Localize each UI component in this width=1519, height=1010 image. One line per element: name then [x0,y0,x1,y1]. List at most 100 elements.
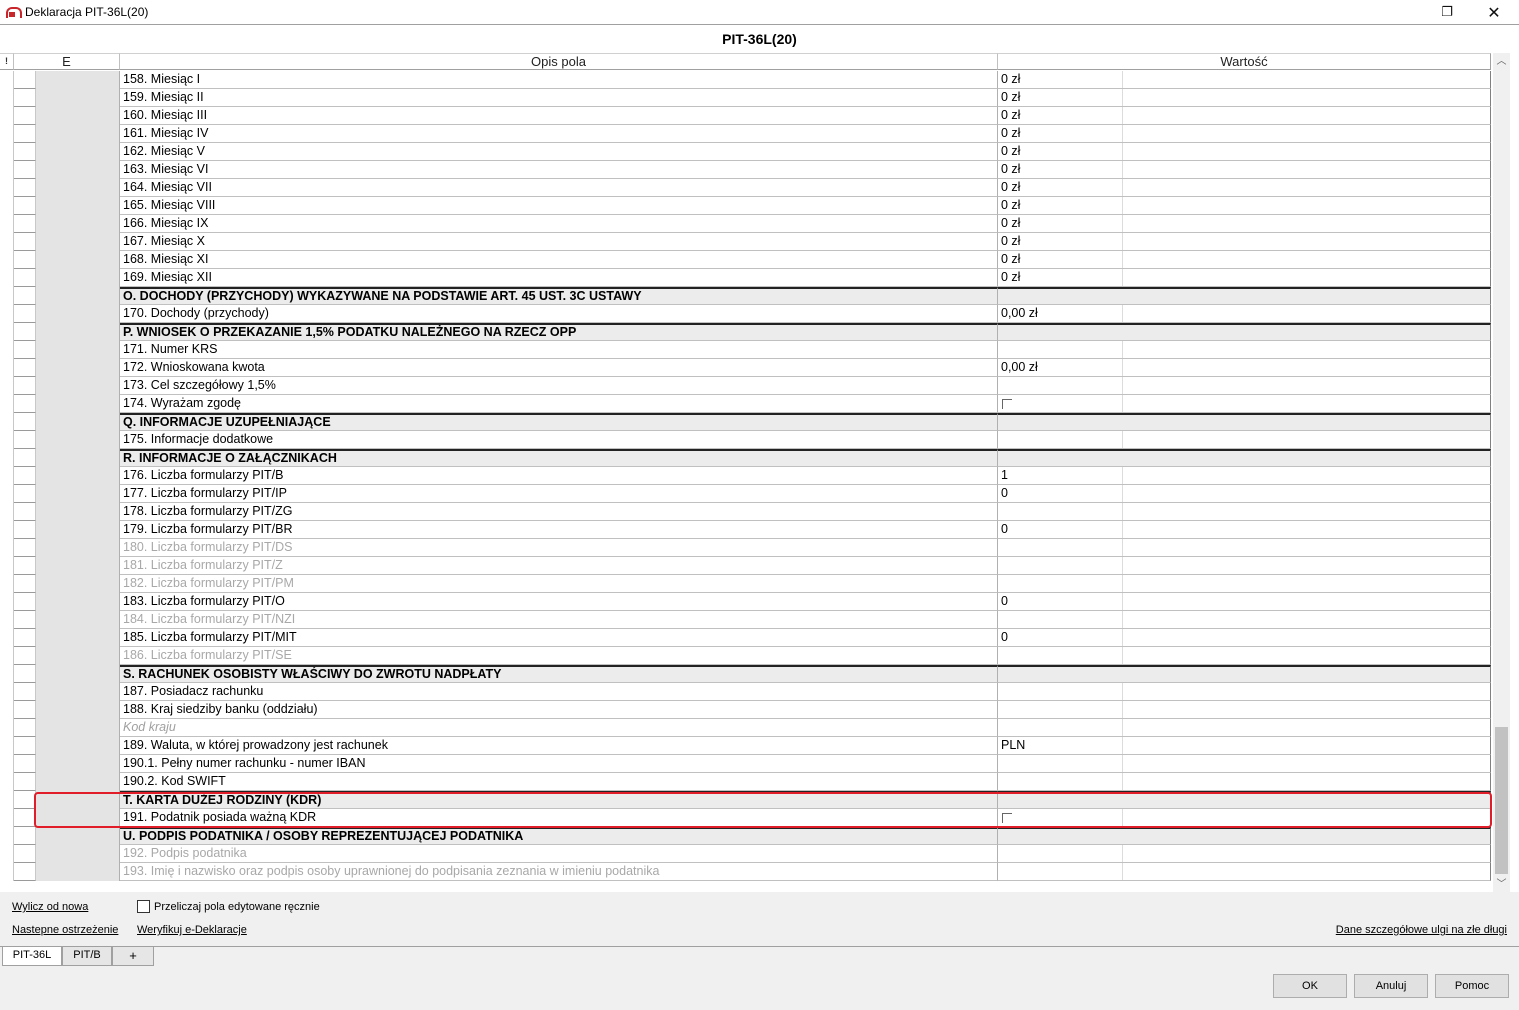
field-value[interactable]: 0 [998,629,1491,647]
marker-column-header[interactable]: ! [0,53,14,70]
field-value[interactable] [998,683,1491,701]
field-checkbox[interactable] [1002,813,1012,823]
column-header-wartosc[interactable]: Wartość [998,53,1491,70]
field-value [998,863,1491,881]
row-e-cell [36,71,120,89]
form-tabs: PIT-36L PIT/B + [0,946,1519,966]
row-e-cell [36,755,120,773]
row-e-cell [36,251,120,269]
title-bar: Deklaracja PIT-36L(20) ❐ ✕ [0,0,1519,24]
grid-title: PIT-36L(20) [722,31,797,47]
row-e-cell [36,827,120,845]
field-value[interactable] [998,503,1491,521]
ok-button[interactable]: OK [1273,974,1347,998]
field-value[interactable]: 0 zł [998,125,1491,143]
field-value[interactable] [998,431,1491,449]
recalculate-link[interactable]: Wylicz od nowa [12,901,88,913]
row-e-cell [36,143,120,161]
column-header-e[interactable]: E [14,53,120,70]
row-marker-cell [0,341,14,359]
scroll-down-icon[interactable]: ﹀ [1493,876,1510,893]
field-value[interactable]: 0,00 zł [998,305,1491,323]
table-row: 184. Liczba formularzy PIT/NZI [0,611,1491,629]
row-e-cell [36,467,120,485]
row-indent-cell [14,143,36,161]
bad-debt-details-link[interactable]: Dane szczegółowe ulgi na złe długi [1336,924,1507,936]
field-value[interactable]: 0 zł [998,143,1491,161]
row-indent-cell [14,827,36,845]
help-button[interactable]: Pomoc [1435,974,1509,998]
row-e-cell [36,431,120,449]
row-indent-cell [14,791,36,809]
row-indent-cell [14,395,36,413]
field-label: 182. Liczba formularzy PIT/PM [120,575,998,593]
field-value[interactable] [998,809,1491,827]
verify-edeclaration-link[interactable]: Weryfikuj e-Deklaracje [137,924,247,936]
section-row: U. PODPIS PODATNIKA / OSOBY REPREZENTUJĄ… [0,827,1491,845]
row-e-cell [36,773,120,791]
next-warning-link[interactable]: Nastepne ostrzeżenie [12,924,118,936]
scroll-up-icon[interactable]: ︿ [1493,53,1510,70]
field-label: 158. Miesiąc I [120,71,998,89]
section-row: R. INFORMACJE O ZAŁĄCZNIKACH [0,449,1491,467]
recalc-manual-option[interactable]: Przeliczaj pola edytowane ręcznie [137,900,320,913]
field-checkbox[interactable] [1002,399,1012,409]
row-marker-cell [0,107,14,125]
row-e-cell [36,395,120,413]
field-value [998,647,1491,665]
row-indent-cell [14,359,36,377]
section-title: S. RACHUNEK OSOBISTY WŁAŚCIWY DO ZWROTU … [120,665,998,683]
recalc-manual-checkbox[interactable] [137,900,150,913]
row-indent-cell [14,215,36,233]
field-value[interactable]: 0 zł [998,197,1491,215]
table-row: 191. Podatnik posiada ważną KDR [0,809,1491,827]
field-value[interactable] [998,377,1491,395]
field-value[interactable] [998,755,1491,773]
row-indent-cell [14,863,36,881]
field-label: 180. Liczba formularzy PIT/DS [120,539,998,557]
row-marker-cell [0,539,14,557]
vertical-scrollbar[interactable]: ︿ ﹀ [1493,53,1510,893]
field-value[interactable] [998,395,1491,413]
row-marker-cell [0,773,14,791]
field-label: 164. Miesiąc VII [120,179,998,197]
field-value[interactable]: 0 zł [998,107,1491,125]
row-marker-cell [0,359,14,377]
row-indent-cell [14,431,36,449]
field-value[interactable] [998,701,1491,719]
row-marker-cell [0,629,14,647]
field-value[interactable]: 0 zł [998,89,1491,107]
field-value[interactable]: PLN [998,737,1491,755]
field-value[interactable]: 0 zł [998,251,1491,269]
column-header-opis-pola[interactable]: Opis pola [120,53,998,70]
tab-pit-b[interactable]: PIT/B [62,947,112,966]
field-value[interactable]: 0 zł [998,71,1491,89]
row-marker-cell [0,179,14,197]
field-value[interactable] [998,773,1491,791]
row-e-cell [36,269,120,287]
field-value[interactable]: 1 [998,467,1491,485]
row-indent-cell [14,107,36,125]
field-value [998,845,1491,863]
field-value[interactable]: 0,00 zł [998,359,1491,377]
cancel-button[interactable]: Anuluj [1354,974,1428,998]
field-label: 169. Miesiąc XII [120,269,998,287]
field-value[interactable]: 0 [998,521,1491,539]
field-value[interactable]: 0 zł [998,233,1491,251]
close-icon[interactable]: ✕ [1471,0,1517,24]
row-indent-cell [14,413,36,431]
row-marker-cell [0,791,14,809]
scrollbar-thumb[interactable] [1495,727,1508,874]
table-row: 176. Liczba formularzy PIT/B 1 [0,467,1491,485]
restore-icon[interactable]: ❐ [1424,0,1470,24]
field-value[interactable] [998,341,1491,359]
add-tab-button[interactable]: + [112,947,154,966]
field-value[interactable]: 0 zł [998,269,1491,287]
field-value[interactable]: 0 zł [998,161,1491,179]
field-value[interactable]: 0 zł [998,215,1491,233]
field-value[interactable]: 0 [998,593,1491,611]
tab-pit-36l[interactable]: PIT-36L [2,947,62,966]
row-e-cell [36,323,120,341]
field-value[interactable]: 0 [998,485,1491,503]
field-value[interactable]: 0 zł [998,179,1491,197]
